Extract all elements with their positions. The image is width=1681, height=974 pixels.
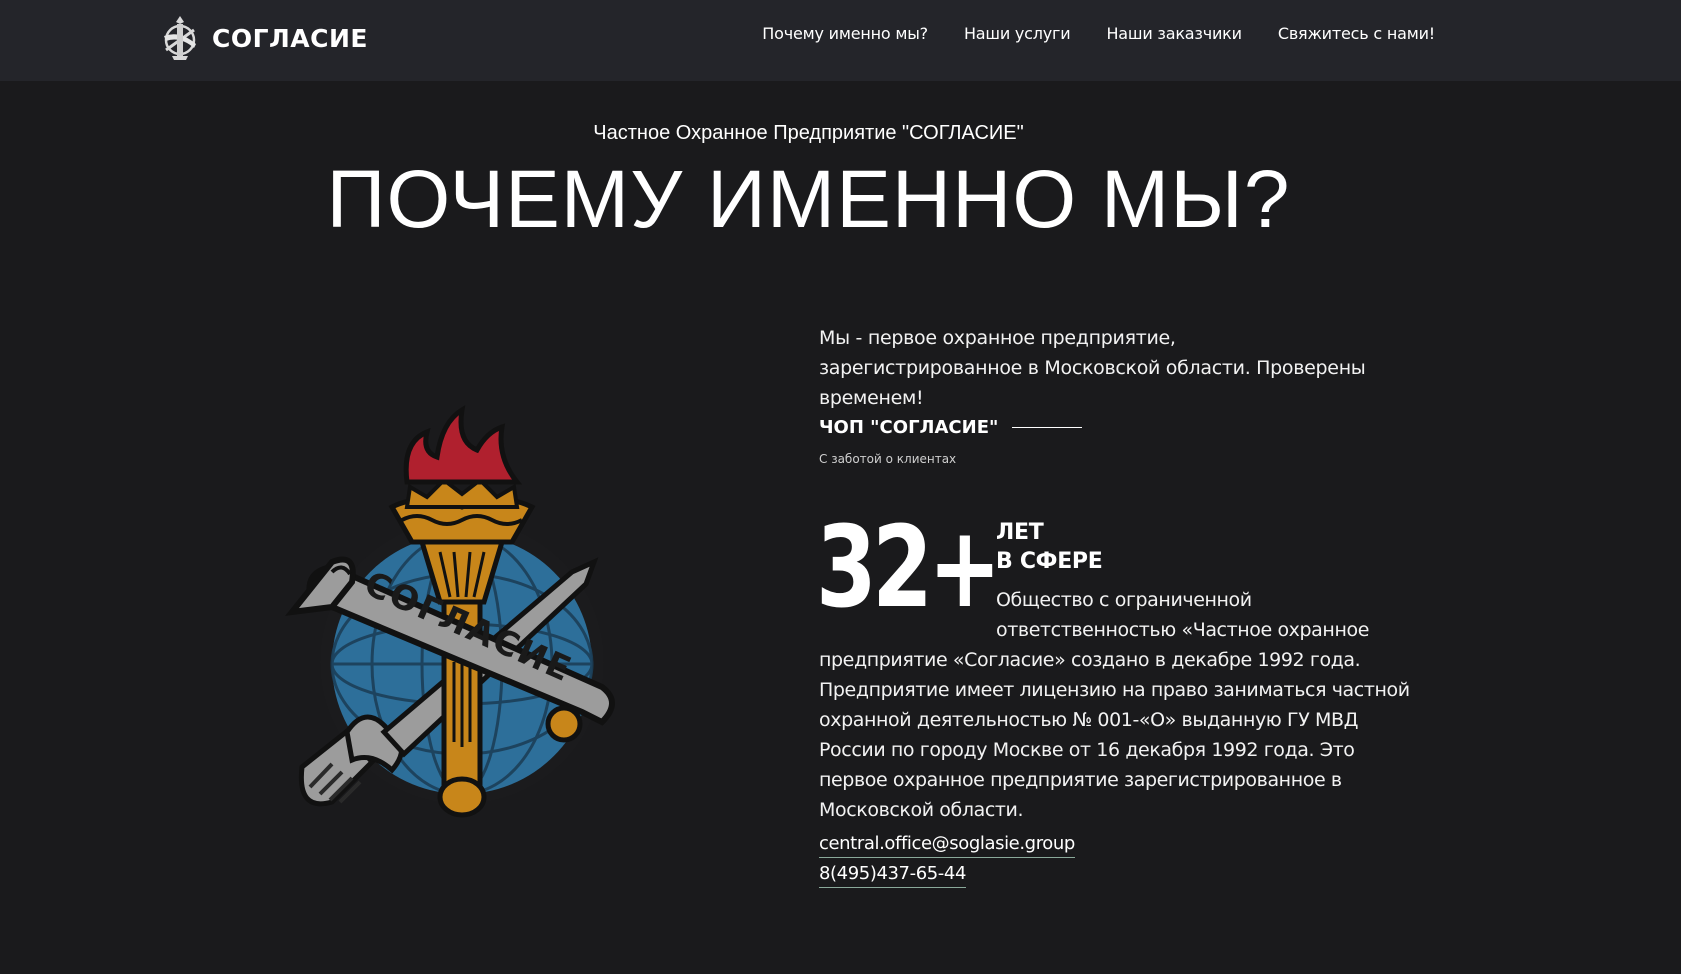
company-emblem: СОГЛАСИЕ — [285, 405, 615, 818]
signature-title: ЧОП "СОГЛАСИЕ" — [819, 417, 999, 438]
main-nav: Почему именно мы? Наши услуги Наши заказ… — [762, 24, 1435, 43]
site-header: СОГЛАСИЕ Почему именно мы? Наши услуги Н… — [0, 0, 1681, 81]
brand-logo[interactable]: СОГЛАСИЕ — [158, 12, 368, 64]
company-description-block: Общество с ограниченной ответственностью… — [819, 585, 1419, 825]
signature-block: ЧОП "СОГЛАСИЕ" — [819, 417, 1083, 438]
hero-eyebrow: Частное Охранное Предприятие "СОГЛАСИЕ" — [593, 122, 1024, 144]
years-label-line1: ЛЕТ — [996, 520, 1044, 545]
intro-text: Мы - первое охранное предприятие, зареги… — [819, 327, 1366, 409]
email-link[interactable]: central.office@soglasie.group — [819, 833, 1075, 858]
nav-contact[interactable]: Свяжитесь с нами! — [1278, 24, 1435, 43]
years-label: ЛЕТ В СФЕРЕ — [996, 518, 1103, 576]
signature-subtitle: С заботой о клиентах — [819, 452, 957, 466]
nav-why-us[interactable]: Почему именно мы? — [762, 24, 928, 43]
years-label-line2: В СФЕРЕ — [996, 549, 1103, 574]
nav-clients[interactable]: Наши заказчики — [1106, 24, 1242, 43]
phone-link[interactable]: 8(495)437-65-44 — [819, 863, 966, 888]
page-title: ПОЧЕМУ ИМЕННО МЫ? — [326, 154, 1291, 245]
signature-divider — [1012, 427, 1083, 428]
nav-services[interactable]: Наши услуги — [964, 24, 1071, 43]
text-wrap-spacer — [819, 585, 996, 640]
brand-name: СОГЛАСИЕ — [212, 23, 368, 53]
flame-icon — [403, 405, 523, 485]
crest-icon — [164, 16, 196, 60]
